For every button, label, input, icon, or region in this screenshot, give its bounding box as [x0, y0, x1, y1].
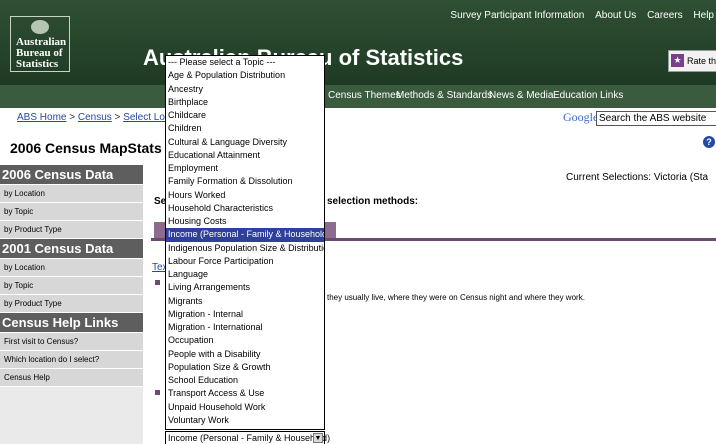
topic-option[interactable]: Migration - Internal — [166, 308, 324, 321]
topic-option[interactable]: Language — [166, 268, 324, 281]
topic-option[interactable]: Occupation — [166, 334, 324, 347]
sidebar-item-census-help[interactable]: Census Help — [0, 369, 143, 387]
google-logo: Google — [563, 110, 599, 124]
topic-option[interactable]: --- Please select a Topic --- — [166, 56, 324, 69]
sidebar-item-2001-by-location[interactable]: by Location — [0, 259, 143, 277]
topic-option[interactable]: Hours Worked — [166, 189, 324, 202]
nav-methods-standards[interactable]: Methods & Standards — [396, 90, 492, 101]
survey-participant-link[interactable]: Survey Participant Information — [450, 10, 584, 21]
topic-option[interactable]: Educational Attainment — [166, 149, 324, 162]
sidebar-item-2001-by-topic[interactable]: by Topic — [0, 277, 143, 295]
topic-option[interactable]: Age & Population Distribution — [166, 69, 324, 82]
topic-option[interactable]: Housing Costs — [166, 215, 324, 228]
topic-option[interactable]: Transport Access & Use — [166, 387, 324, 400]
topic-option[interactable]: Voluntary Work — [166, 414, 324, 427]
description-text: they usually live, where they were on Ce… — [327, 293, 585, 302]
topic-option[interactable]: Ancestry — [166, 83, 324, 96]
topic-dropdown-list[interactable]: --- Please select a Topic --- Age & Popu… — [165, 55, 325, 430]
help-link[interactable]: Help — [693, 10, 714, 21]
page-title: 2006 Census MapStats by — [10, 140, 182, 156]
topic-select-value: Income (Personal - Family & Household) — [168, 433, 331, 443]
sidebar-section-2001: 2001 Census Data — [0, 239, 143, 259]
sidebar-item-2006-by-topic[interactable]: by Topic — [0, 203, 143, 221]
sidebar-section-2006: 2006 Census Data — [0, 165, 143, 185]
site-header: Survey Participant Information About Us … — [0, 0, 716, 85]
nav-links[interactable]: Links — [600, 90, 623, 101]
topic-option[interactable]: Migrants — [166, 295, 324, 308]
rate-button[interactable]: ★ Rate the A — [668, 50, 716, 72]
topic-option[interactable]: Household Characteristics — [166, 202, 324, 215]
header-links: Survey Participant Information About Us … — [442, 10, 714, 21]
sidebar-item-2006-by-product-type[interactable]: by Product Type — [0, 221, 143, 239]
about-us-link[interactable]: About Us — [595, 10, 636, 21]
topic-select[interactable]: Income (Personal - Family & Household) ▼ — [165, 431, 330, 444]
nav-census-themes[interactable]: Census Themes — [328, 90, 401, 101]
sidebar-item-2006-by-location[interactable]: by Location — [0, 185, 143, 203]
coat-of-arms-icon — [31, 20, 49, 34]
sidebar-section-help-links: Census Help Links — [0, 313, 143, 333]
abs-logo[interactable]: Australian Bureau of Statistics — [10, 16, 70, 72]
bullet-icon — [155, 390, 160, 395]
star-icon: ★ — [671, 54, 684, 67]
sidebar: 2006 Census Data by Location by Topic by… — [0, 165, 143, 444]
topic-option[interactable]: Population Size & Growth — [166, 361, 324, 374]
topic-option[interactable]: Labour Force Participation — [166, 255, 324, 268]
bullet-icon — [155, 280, 160, 285]
topic-option[interactable]: School Education — [166, 374, 324, 387]
topic-option[interactable]: People with a Disability — [166, 348, 324, 361]
topic-option[interactable]: Employment — [166, 162, 324, 175]
selection-methods-label: selection methods: — [327, 196, 419, 207]
topic-option[interactable]: Unpaid Household Work — [166, 401, 324, 414]
nav-education[interactable]: Education — [553, 90, 597, 101]
current-selections: Current Selections: Victoria (Sta — [566, 172, 709, 183]
help-icon[interactable]: ? — [703, 136, 715, 148]
topic-option[interactable]: Living Arrangements — [166, 281, 324, 294]
topic-option[interactable]: Childcare — [166, 109, 324, 122]
sidebar-item-first-visit[interactable]: First visit to Census? — [0, 333, 143, 351]
main-nav: Ho Census Themes Methods & Standards New… — [0, 85, 716, 108]
breadcrumb-census[interactable]: Census — [78, 112, 112, 123]
sidebar-item-which-location[interactable]: Which location do I select? — [0, 351, 143, 369]
breadcrumb-abs-home[interactable]: ABS Home — [17, 112, 66, 123]
nav-news-media[interactable]: News & Media — [489, 90, 553, 101]
topic-option[interactable]: Cultural & Language Diversity — [166, 136, 324, 149]
topic-option[interactable]: Children — [166, 122, 324, 135]
careers-link[interactable]: Careers — [647, 10, 683, 21]
topic-option[interactable]: Birthplace — [166, 96, 324, 109]
topic-option[interactable]: Migration - International — [166, 321, 324, 334]
topic-option[interactable]: Family Formation & Dissolution — [166, 175, 324, 188]
sidebar-item-2001-by-product-type[interactable]: by Product Type — [0, 295, 143, 313]
chevron-down-icon[interactable]: ▼ — [313, 433, 323, 443]
topic-option[interactable]: Indigenous Population Size & Distributio… — [166, 242, 324, 255]
search-input[interactable] — [596, 111, 716, 126]
topic-option-selected[interactable]: Income (Personal - Family & Household) — [166, 228, 324, 242]
